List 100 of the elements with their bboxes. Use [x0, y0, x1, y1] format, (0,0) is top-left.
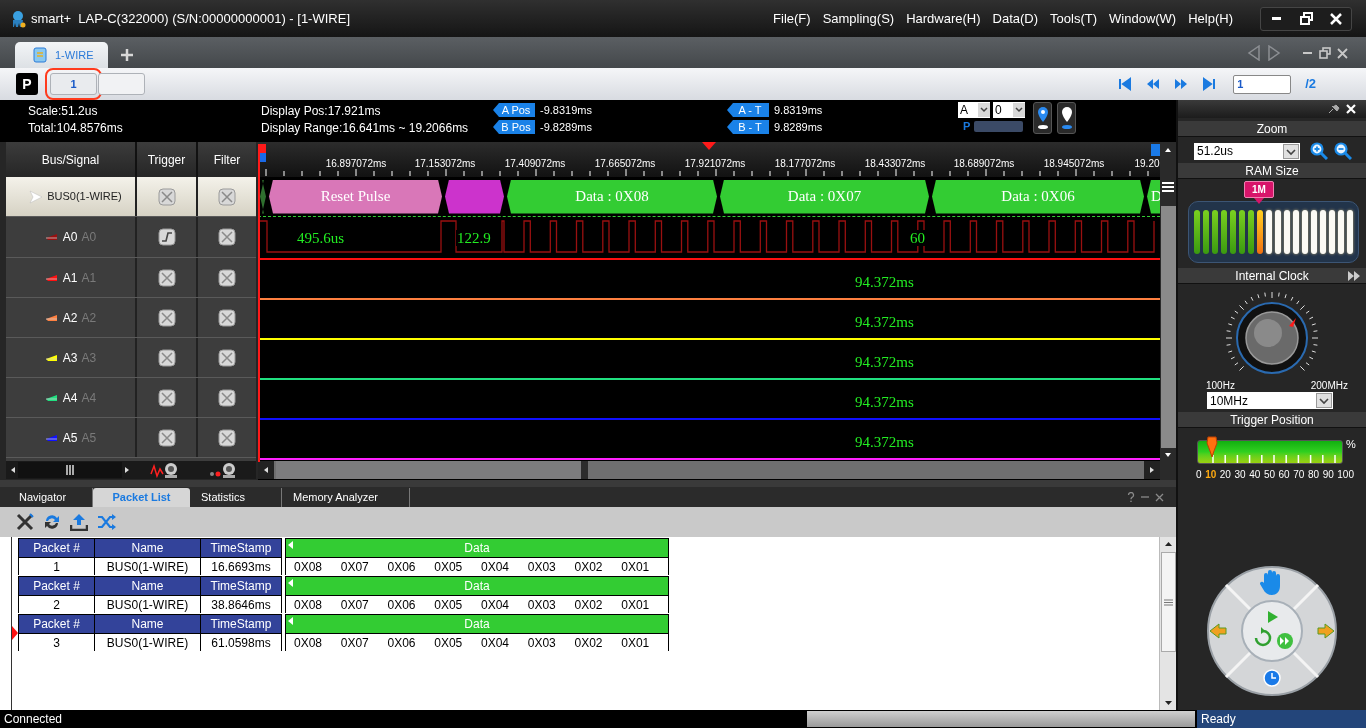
channel-color-icon — [44, 353, 59, 362]
position-field[interactable] — [974, 120, 1024, 132]
restore-icon[interactable] — [1319, 47, 1331, 59]
menu-item[interactable]: Window(W) — [1109, 8, 1177, 29]
column-header: Packet # — [32, 578, 81, 595]
data-cell-text: 0X02 — [574, 558, 604, 575]
edge-trigger-icon[interactable] — [157, 228, 176, 246]
data-cell-text: 0X01 — [621, 634, 651, 651]
page-number-field[interactable]: 1 — [1233, 74, 1292, 94]
previous-page-button[interactable] — [1146, 77, 1161, 91]
data-cell-text: 0X03 — [527, 634, 557, 651]
document-tab[interactable]: 1-WIRE — [15, 42, 108, 68]
tick-label: 100 — [1337, 468, 1354, 482]
cursor-badge: A - T — [727, 103, 769, 117]
waveform-capture-icon[interactable] — [150, 462, 180, 478]
help-icon[interactable] — [1127, 492, 1135, 502]
data-cell-text: 0X04 — [481, 558, 511, 575]
menu-item[interactable]: Help(H) — [1188, 8, 1233, 29]
menu-item[interactable]: Data(D) — [992, 8, 1039, 29]
cursor-select[interactable]: 0 — [993, 102, 1025, 118]
document-icon — [33, 47, 47, 63]
zoom-in-icon[interactable] — [1310, 142, 1328, 160]
mascot-icon — [10, 9, 26, 28]
menu-item[interactable]: Sampling(S) — [822, 8, 895, 29]
caret-icon — [1283, 143, 1299, 159]
shuffle-icon[interactable] — [97, 513, 117, 531]
data-cell-text: 0X01 — [621, 558, 651, 575]
clock-select[interactable]: 10MHz — [1207, 392, 1333, 409]
packet-segment: Data : 0X08 — [507, 179, 717, 214]
channel-color-icon — [44, 233, 59, 241]
table-cell: 38.8646ms — [200, 596, 281, 613]
x-box-icon[interactable] — [157, 348, 176, 367]
scrollbar-thumb[interactable] — [1160, 552, 1176, 652]
time-label: 17.153072ms — [414, 157, 476, 171]
next-page-button[interactable] — [1174, 77, 1189, 91]
x-box-icon[interactable] — [218, 388, 236, 407]
column-header: Packet # — [32, 616, 81, 633]
pulse-width-label: 122.9 — [456, 230, 492, 246]
x-box-icon[interactable] — [218, 428, 236, 447]
data-cell-text: 0X03 — [527, 596, 557, 613]
tick-label: 60 — [1278, 468, 1290, 482]
x-box-icon[interactable] — [218, 228, 236, 246]
x-box-icon[interactable] — [157, 268, 176, 287]
repeat-icon[interactable] — [1254, 627, 1272, 647]
upload-icon[interactable] — [70, 513, 88, 531]
channel-alias: A2 — [81, 309, 97, 327]
last-page-button[interactable] — [1202, 77, 1217, 91]
tools-icon[interactable] — [16, 513, 34, 531]
table-cell-text: 2 — [52, 596, 61, 613]
scrollbar-thumb[interactable] — [276, 461, 588, 479]
column-header: Data — [286, 539, 668, 557]
pin-icon — [1036, 105, 1049, 131]
x-box-icon[interactable] — [218, 308, 236, 327]
menu-icon[interactable] — [1162, 182, 1174, 192]
pin-icon[interactable] — [1328, 104, 1340, 114]
menu-item[interactable]: File(F) — [773, 8, 811, 29]
window-title: smart+ LAP-C(322000) (S/N:00000000001) - [1-WIRE] — [31, 9, 350, 28]
time-label: 16.897072ms — [325, 157, 387, 171]
scrollbar-thumb[interactable] — [18, 462, 122, 478]
clock-icon[interactable] — [1263, 669, 1281, 687]
data-cell-text: 0X04 — [481, 634, 511, 651]
x-box-icon[interactable] — [157, 428, 176, 447]
refresh-icon[interactable] — [43, 513, 61, 531]
minimize-icon — [1271, 17, 1281, 20]
scrollbar-thumb[interactable] — [1160, 206, 1176, 448]
zoom-out-icon[interactable] — [1334, 142, 1352, 160]
slider-thumb[interactable] — [1206, 435, 1219, 457]
tick-label: 20 — [1219, 468, 1231, 482]
x-box-icon[interactable] — [157, 388, 176, 407]
table-cell: BUS0(1-WIRE) — [94, 558, 200, 575]
expand-icon[interactable] — [1348, 271, 1360, 281]
data-cell-text: 0X02 — [574, 596, 604, 613]
data-cell-text: 0X06 — [387, 596, 417, 613]
x-box-icon[interactable] — [218, 268, 236, 287]
forward-icon[interactable] — [1267, 45, 1281, 61]
time-label: 18.433072ms — [864, 157, 926, 171]
packet-segment: Data : 0X07 — [720, 179, 929, 214]
column-header: Bus/Signal — [40, 151, 101, 169]
channel-color-icon — [44, 313, 59, 322]
cursor-select[interactable]: A — [958, 102, 990, 118]
channel-name: A5 — [62, 429, 78, 447]
menu-item[interactable]: Hardware(H) — [906, 8, 981, 29]
zoom-select[interactable]: 51.2us — [1194, 142, 1300, 160]
ram-size-meter[interactable] — [1188, 201, 1359, 263]
data-cell-text: 0X08 — [294, 634, 324, 651]
first-page-button[interactable] — [1118, 77, 1133, 91]
filter-capture-icon[interactable] — [208, 462, 238, 478]
menu-item[interactable]: Tools(T) — [1050, 8, 1098, 29]
add-tab-icon[interactable] — [120, 48, 134, 62]
tick-label: 10 — [1205, 468, 1217, 482]
x-box-icon[interactable] — [157, 308, 176, 327]
back-icon[interactable] — [1247, 45, 1261, 61]
data-cell-text: 0X03 — [527, 558, 557, 575]
marker-pin-button[interactable] — [1057, 102, 1076, 134]
scale-label: Scale:51.2us — [28, 103, 99, 120]
cursor-pin-button[interactable] — [1033, 102, 1052, 134]
page-mode-button[interactable]: P — [16, 73, 38, 95]
x-box-icon[interactable] — [218, 348, 236, 367]
data-cell-text: 0X01 — [621, 596, 651, 613]
playback-control-wheel[interactable] — [1206, 565, 1338, 697]
